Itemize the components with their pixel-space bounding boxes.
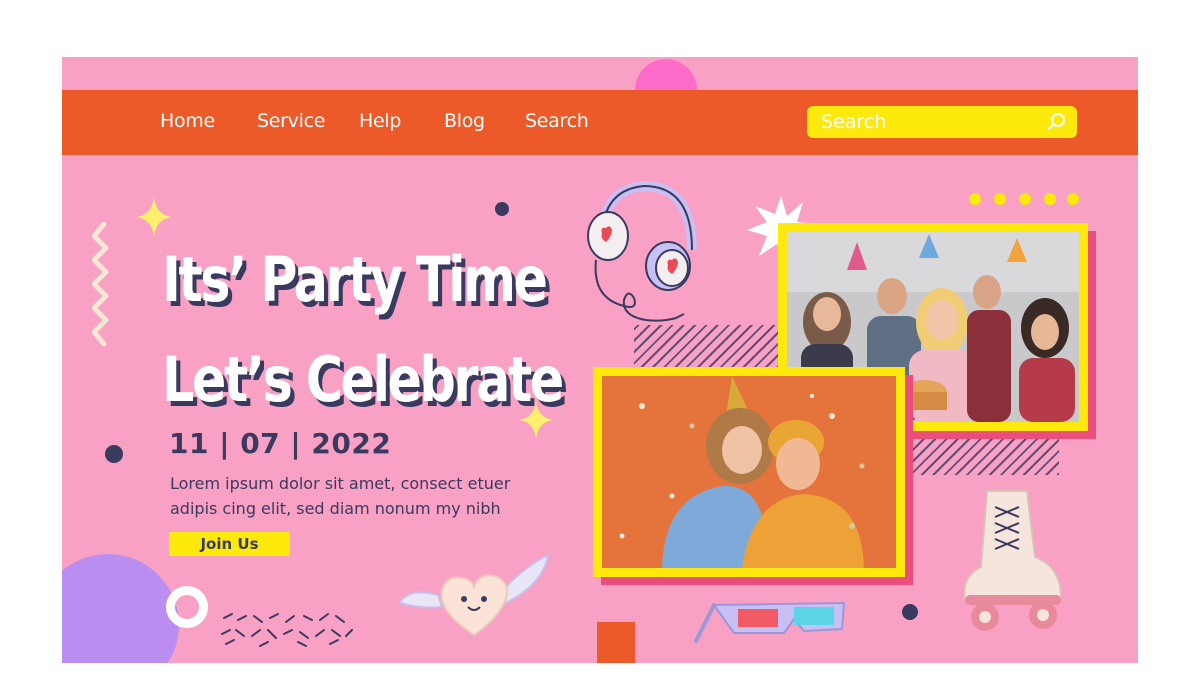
hero-headline: Its’ Party Time Let’s Celebrate	[162, 230, 564, 430]
nav-help[interactable]: Help	[359, 110, 401, 132]
headphones-icon	[587, 180, 697, 322]
dot-decoration	[495, 202, 509, 216]
nav-search[interactable]: Search	[525, 110, 589, 132]
roller-skate-icon	[963, 490, 1063, 631]
event-date: 11 | 07 | 2022	[169, 427, 392, 460]
search-input[interactable]	[821, 111, 1031, 133]
heart-with-wings-icon	[398, 553, 550, 637]
stripes-decoration	[904, 430, 1059, 475]
description-line-2: adipis cing elit, sed diam nonum my nibh	[170, 499, 501, 518]
couple-celebration-photo-image	[602, 376, 896, 568]
nav-blog[interactable]: Blog	[444, 110, 485, 132]
nav-home[interactable]: Home	[160, 110, 215, 132]
search-icon[interactable]	[1047, 112, 1067, 132]
dot-decoration	[105, 445, 123, 463]
nav-service[interactable]: Service	[257, 110, 325, 132]
ring-decoration	[166, 586, 208, 628]
zigzag-decoration	[92, 222, 109, 347]
navbar: Home Service Help Blog Search	[62, 90, 1138, 155]
stripes-decoration	[634, 325, 779, 367]
dot-decoration	[902, 604, 918, 620]
join-us-button[interactable]: Join Us	[169, 532, 290, 556]
orange-square-decoration	[597, 622, 635, 663]
hero-title-line-1: Its’ Party Time	[162, 243, 548, 316]
yellow-dots-decoration	[969, 193, 1079, 205]
purple-circle-decoration	[62, 554, 179, 663]
hero-title-line-2: Let’s Celebrate	[162, 343, 564, 416]
couple-celebration-photo	[593, 367, 905, 577]
search-box	[807, 106, 1077, 138]
description-line-1: Lorem ipsum dolor sit amet, consect etue…	[170, 474, 511, 493]
dashes-decoration	[221, 613, 353, 647]
landing-page: Home Service Help Blog Search Its’ Party…	[62, 57, 1138, 663]
3d-glasses-icon	[694, 601, 846, 643]
hero-description: Lorem ipsum dolor sit amet, consect etue…	[170, 471, 530, 521]
